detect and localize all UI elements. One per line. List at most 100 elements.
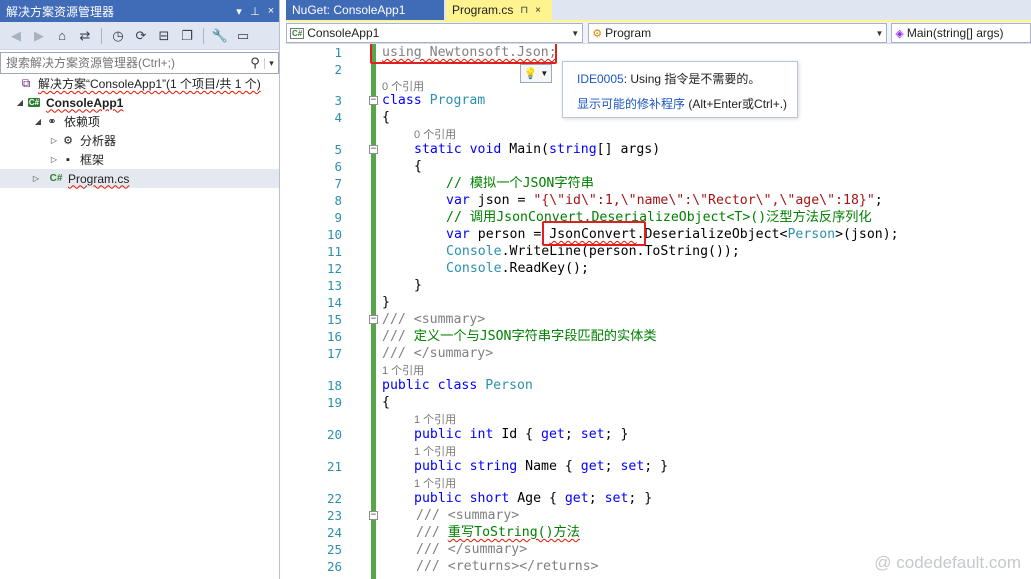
search-icon[interactable]: ⚲: [246, 55, 264, 71]
property-name: Id {: [493, 427, 542, 442]
doc-prefix: ///: [382, 346, 414, 361]
string-literal: "{\"id\":1,\"name\":\"Rector\",\"age\":1…: [533, 193, 875, 208]
lightbulb-icon: 💡: [523, 68, 538, 80]
code-text: {: [414, 159, 422, 174]
punctuation: ; }: [628, 491, 653, 506]
code-line: 15 − /// <summary>: [286, 311, 1031, 328]
line-number: 24: [326, 525, 342, 540]
home-icon[interactable]: ⌂: [52, 26, 72, 46]
collapsed-arrow-icon[interactable]: ▷: [48, 136, 60, 145]
class-icon: ⚙: [592, 27, 603, 40]
code-text: public class Person: [382, 377, 533, 394]
collapse-all-icon[interactable]: ⊟: [154, 26, 174, 46]
collapsed-arrow-icon[interactable]: ▷: [30, 174, 42, 183]
chevron-down-icon[interactable]: ▼: [540, 69, 548, 78]
tab-program-cs[interactable]: Program.cs ⊓ ×: [446, 0, 552, 20]
close-panel-icon[interactable]: ×: [263, 5, 279, 17]
quick-actions-lightbulb[interactable]: 💡 ▼: [520, 64, 552, 83]
tree-item-frameworks[interactable]: ▷ ▪ 框架: [0, 150, 279, 169]
tree-item-dependencies[interactable]: ◢ ⚭ 依赖项: [0, 112, 279, 131]
doc-text: 重写ToString()方法: [447, 525, 580, 540]
code-line: 23 − /// <summary>: [286, 507, 1031, 524]
csharp-project-icon: C#: [290, 27, 305, 39]
window-position-dropdown-icon[interactable]: ▾: [231, 5, 247, 18]
code-text: var person = JsonConvert.DeserializeObje…: [446, 226, 899, 243]
codelens-references[interactable]: 1 个引用: [414, 411, 456, 427]
codelens-references[interactable]: 1 个引用: [414, 475, 456, 491]
code-area[interactable]: 1 using Newtonsoft.Json; 2 0 个引用 3 − cla…: [286, 44, 1031, 579]
collapse-block-icon[interactable]: −: [369, 96, 378, 105]
pending-changes-filter-icon[interactable]: ◷: [108, 26, 128, 46]
back-icon[interactable]: ◀: [6, 26, 26, 46]
tree-item-program-cs[interactable]: ▷ C# Program.cs: [0, 169, 279, 188]
highlight-box-jsonconvert: [542, 221, 646, 246]
diagnostic-id-link[interactable]: IDE0005: [577, 72, 624, 86]
codelens-references[interactable]: 1 个引用: [414, 443, 456, 459]
switch-views-icon[interactable]: ⇄: [75, 26, 95, 46]
pin-icon[interactable]: ⊥: [247, 5, 263, 18]
tree-item-label: 框架: [80, 153, 105, 167]
type-name: Console: [446, 244, 502, 259]
expanded-arrow-icon[interactable]: ◢: [14, 98, 26, 107]
chevron-down-icon[interactable]: ▼: [571, 29, 579, 38]
search-options-dropdown-icon[interactable]: ▾: [264, 57, 278, 69]
params: [] args): [596, 142, 661, 157]
type-dropdown[interactable]: ⚙ Program ▼: [588, 23, 888, 43]
code-text: }: [382, 295, 390, 310]
code-text: static void Main(string[] args): [414, 141, 660, 158]
code-line: 22 public short Age { get; set; }: [286, 490, 1031, 507]
property-name: Age {: [509, 491, 565, 506]
solution-icon: ⧉: [21, 76, 31, 90]
pin-tab-icon[interactable]: ⊓: [520, 5, 528, 16]
code-line: 20 public int Id { get; set; }: [286, 426, 1031, 443]
code-text: var json = "{\"id\":1,\"name\":\"Rector\…: [446, 192, 883, 209]
doc-prefix: ///: [382, 312, 414, 327]
tree-item-label: 依赖项: [64, 115, 101, 129]
forward-icon[interactable]: ▶: [29, 26, 49, 46]
tab-nuget-consoleapp1[interactable]: NuGet: ConsoleApp1: [286, 0, 444, 20]
show-all-files-icon[interactable]: ❐: [177, 26, 197, 46]
diagnostic-text: : Using 指令是不需要的。: [623, 72, 761, 86]
collapse-block-icon[interactable]: −: [369, 145, 378, 154]
property-name: Name {: [517, 459, 581, 474]
code-line: 21 public string Name { get; set; }: [286, 458, 1031, 475]
tree-item-project[interactable]: ◢ C# ConsoleApp1: [0, 93, 279, 112]
project-dropdown[interactable]: C# ConsoleApp1 ▼: [286, 23, 584, 43]
punctuation: ; }: [604, 427, 629, 442]
type-name: Console: [446, 261, 502, 276]
solution-explorer-title: 解决方案资源管理器: [6, 4, 115, 19]
toolbar-separator: [203, 27, 204, 44]
line-number: 12: [326, 261, 342, 276]
line-number: 3: [334, 93, 342, 108]
sync-icon[interactable]: ⟳: [131, 26, 151, 46]
collapse-block-icon[interactable]: −: [369, 511, 378, 520]
tree-item-analyzers[interactable]: ▷ ⚙ 分析器: [0, 131, 279, 150]
expanded-arrow-icon[interactable]: ◢: [32, 117, 44, 126]
show-potential-fixes-link[interactable]: 显示可能的修补程序: [577, 97, 685, 111]
tree-item-label: ConsoleApp1: [46, 95, 124, 110]
solution-explorer-panel: 解决方案资源管理器 ▾ ⊥ × ◀ ▶ ⌂ ⇄ ◷ ⟳ ⊟ ❐ 🔧 ▭ ⚲ ▾ …: [0, 0, 280, 579]
collapse-block-icon[interactable]: −: [369, 315, 378, 324]
keyword: set: [604, 491, 629, 506]
line-number: 23: [326, 508, 342, 523]
keyword: class: [382, 93, 422, 108]
close-tab-icon[interactable]: ×: [535, 5, 541, 16]
code-line: 19 {: [286, 394, 1031, 411]
highlight-box-using: [370, 44, 557, 64]
solution-tree: ⧉ 解决方案“ConsoleApp1”(1 个项目/共 1 个) ◢ C# Co…: [0, 74, 279, 188]
code-text: public string Name { get; set; }: [414, 458, 668, 475]
collapsed-arrow-icon[interactable]: ▷: [48, 155, 60, 164]
code-line: 6 {: [286, 158, 1031, 175]
member-dropdown[interactable]: ◈ Main(string[] args): [891, 23, 1031, 43]
doc-prefix: ///: [416, 542, 448, 557]
codelens-references[interactable]: 1 个引用: [382, 362, 424, 378]
method-name: Main(: [509, 142, 549, 157]
codelens-references[interactable]: 0 个引用: [414, 126, 456, 142]
tree-item-solution[interactable]: ⧉ 解决方案“ConsoleApp1”(1 个项目/共 1 个): [0, 74, 279, 93]
line-number: 4: [334, 110, 342, 125]
preview-icon[interactable]: ▭: [233, 26, 253, 46]
solution-search-input[interactable]: [1, 53, 246, 73]
navigation-bar: C# ConsoleApp1 ▼ ⚙ Program ▼ ◈ Main(stri…: [286, 22, 1031, 44]
chevron-down-icon[interactable]: ▼: [875, 29, 883, 38]
properties-wrench-icon[interactable]: 🔧: [210, 26, 230, 46]
